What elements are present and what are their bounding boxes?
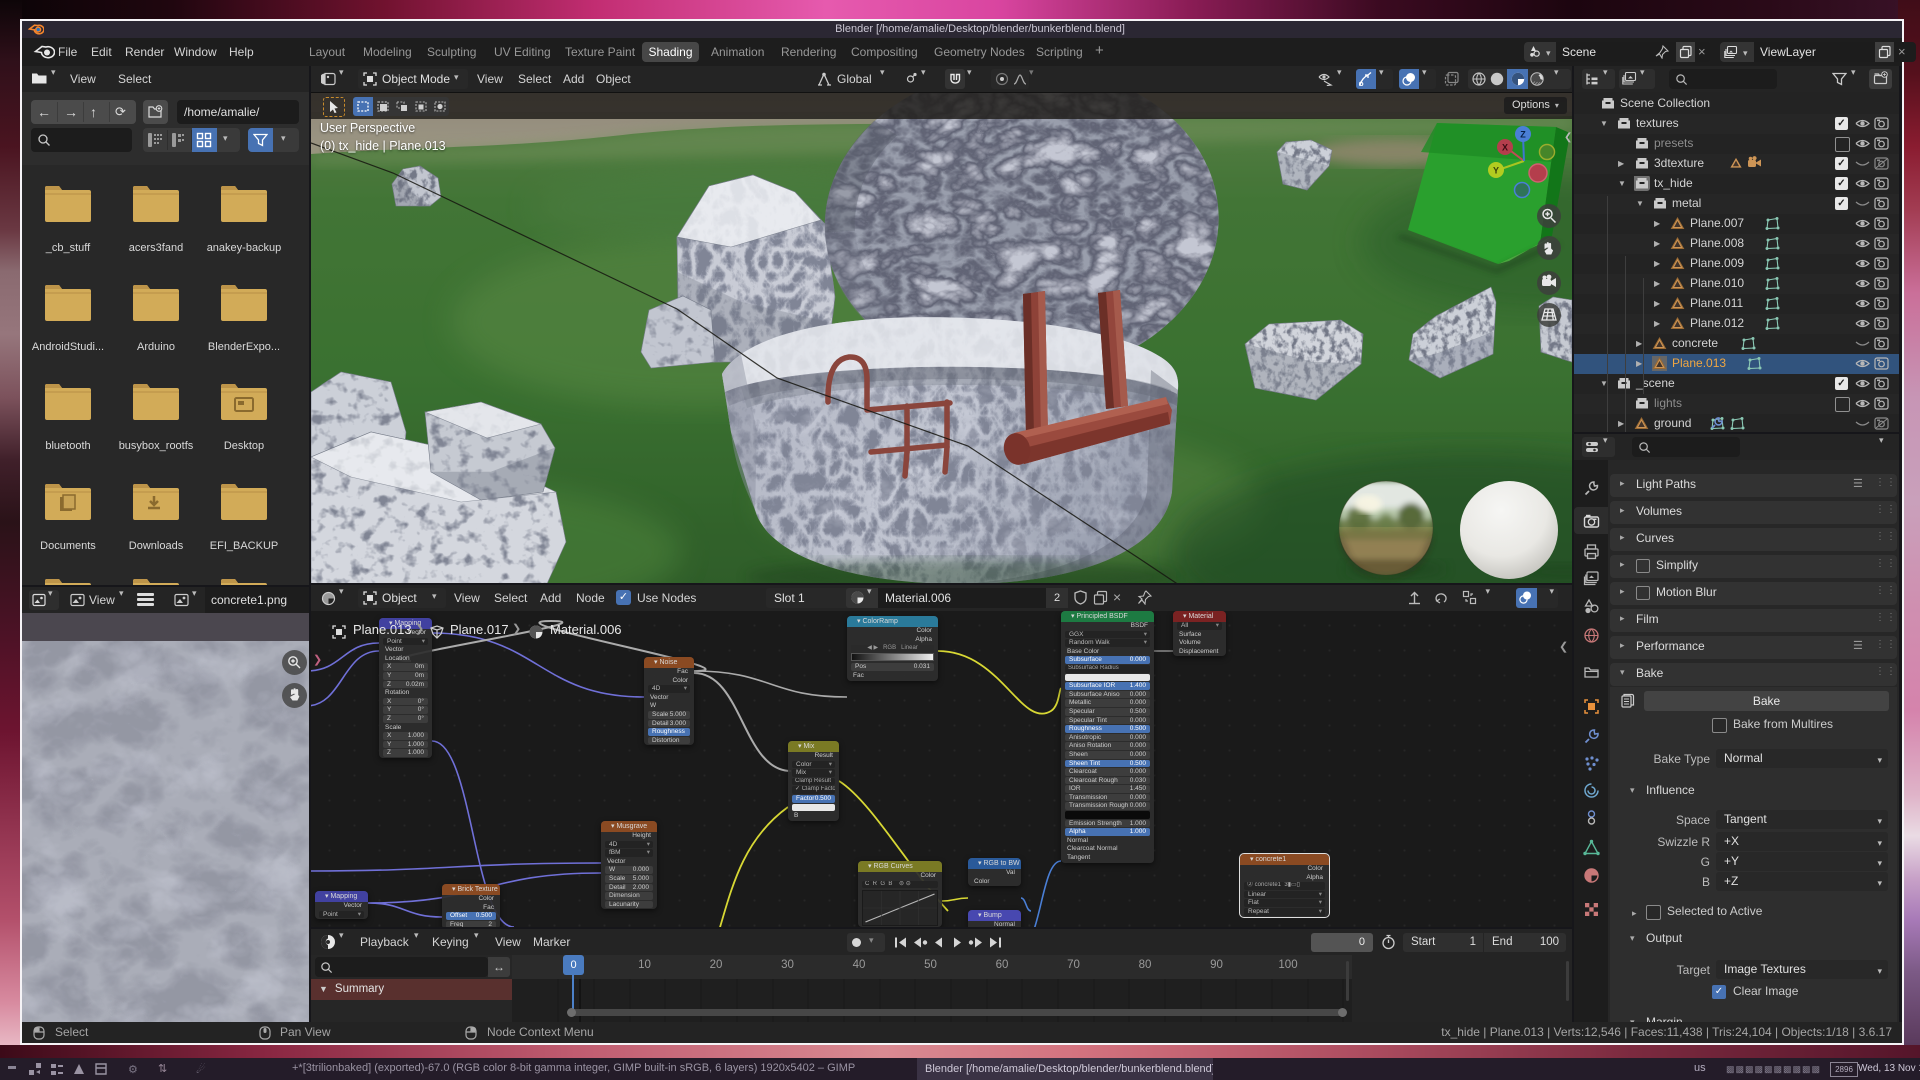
svg-text:X: X	[1502, 143, 1508, 153]
svg-text:Y: Y	[1493, 166, 1499, 176]
svg-text:Z: Z	[1520, 130, 1526, 140]
